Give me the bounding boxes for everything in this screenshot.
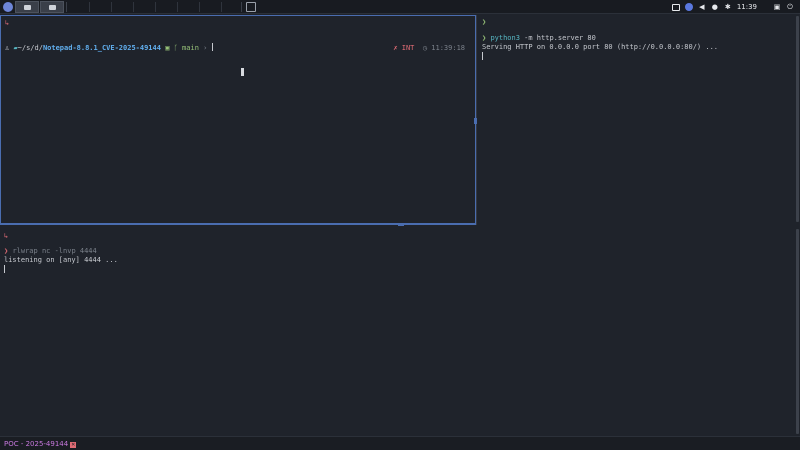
terminal-pane-left[interactable]: ↳ ♙ ▰~/s/d/Notepad-8.8.1_CVE-2025-49144 … xyxy=(0,15,476,224)
settings-icon[interactable]: ✱ xyxy=(724,3,732,11)
command-args: -m http.server 80 xyxy=(519,34,596,42)
resize-handle[interactable] xyxy=(474,118,477,124)
command-line: ❯ rlwrap nc -lnvp 4444 xyxy=(4,247,97,256)
top-panel: ◀ ● ✱ 11:39 ▣ ⏻ xyxy=(0,0,800,14)
clock[interactable]: 11:39 xyxy=(737,3,757,11)
command-name: python3 xyxy=(490,34,520,42)
clock-icon: ◷ xyxy=(422,44,428,52)
volume-icon[interactable]: ◀ xyxy=(698,3,706,11)
prompt-line[interactable]: ♙ ▰~/s/d/Notepad-8.8.1_CVE-2025-49144 ▣ … xyxy=(5,43,213,53)
right-prompt: ✗ INT ◷ 11:39:18 xyxy=(393,44,465,52)
scrollbar-bottom[interactable] xyxy=(796,229,799,434)
window-icon xyxy=(49,5,56,10)
text-cursor xyxy=(4,265,5,273)
tmux-status-bar: POC - 2025-49144 ✕ xyxy=(0,436,800,450)
window-icon[interactable] xyxy=(671,3,680,11)
close-icon[interactable]: ✕ xyxy=(70,442,77,448)
status-marker: ↳ xyxy=(5,19,10,27)
command-output: Serving HTTP on 0.0.0.0 port 80 (http://… xyxy=(482,43,719,51)
command-output: listening on [any] 4444 ... xyxy=(4,256,118,264)
exit-status: ✗ INT xyxy=(393,44,415,52)
prompt-symbol: ❯ xyxy=(482,18,487,26)
terminal-task-icon[interactable] xyxy=(246,2,256,12)
prompt-directory: Notepad-8.8.1_CVE-2025-49144 xyxy=(42,44,161,52)
workspace-button-2[interactable] xyxy=(40,1,64,13)
prompt-time: 11:39:18 xyxy=(431,44,465,52)
scrollbar-right[interactable] xyxy=(796,16,799,222)
cursor-line[interactable] xyxy=(482,52,483,62)
lock-icon[interactable]: ▣ xyxy=(773,3,781,11)
mouse-ibeam-icon xyxy=(241,68,244,76)
command-line: ❯ python3 -m http.server 80 xyxy=(482,34,596,43)
status-marker: ↳ xyxy=(4,232,9,240)
text-cursor xyxy=(482,52,483,60)
pane-divider-horizontal[interactable] xyxy=(0,224,476,225)
git-branch-icon: ᚴ xyxy=(173,44,178,52)
workspace-strip[interactable] xyxy=(66,2,242,12)
app-menu-icon[interactable] xyxy=(3,2,13,12)
prompt-symbol: ❯ xyxy=(482,34,487,42)
power-icon[interactable]: ⏻ xyxy=(786,3,794,11)
resize-handle[interactable] xyxy=(398,224,404,226)
git-branch: main xyxy=(182,44,199,52)
system-tray: ◀ ● ✱ 11:39 ▣ ⏻ xyxy=(671,0,794,14)
linux-icon: ♙ xyxy=(5,44,10,52)
globe-icon[interactable] xyxy=(684,3,693,11)
text-cursor xyxy=(211,43,213,51)
prompt-end: › xyxy=(203,44,208,52)
git-icon: ▣ xyxy=(165,44,170,52)
cursor-line[interactable] xyxy=(4,265,5,275)
workspace-button-1[interactable] xyxy=(15,1,39,13)
window-icon xyxy=(24,5,31,10)
session-tab[interactable]: POC - 2025-49144 ✕ xyxy=(4,440,77,448)
terminal-pane-bottom[interactable]: ↳ ❯ rlwrap nc -lnvp 4444 listening on [a… xyxy=(0,228,800,434)
terminal-pane-right[interactable]: ❯ ❯ python3 -m http.server 80 Serving HT… xyxy=(478,15,800,224)
prompt-path: ~/s/d/ xyxy=(17,44,43,52)
command-text: rlwrap nc -lnvp 4444 xyxy=(12,247,97,255)
session-tab-label: POC - 2025-49144 xyxy=(4,440,69,448)
bell-icon[interactable]: ● xyxy=(711,3,719,11)
prompt-symbol: ❯ xyxy=(4,247,9,255)
